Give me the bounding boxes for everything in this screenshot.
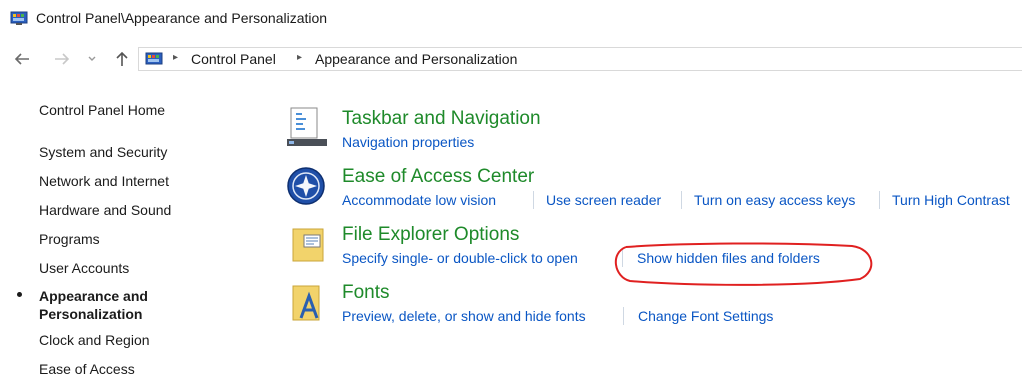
link-high-contrast[interactable]: Turn High Contrast	[892, 192, 1024, 208]
breadcrumb-separator-icon[interactable]: ▸	[173, 52, 178, 63]
sidebar-item-clock-region[interactable]: Clock and Region	[39, 331, 150, 349]
title-bar: Control Panel\Appearance and Personaliza…	[0, 0, 1024, 36]
link-single-double-click[interactable]: Specify single- or double-click to open	[342, 250, 578, 266]
folder-options-icon[interactable]	[291, 225, 331, 265]
link-accommodate-low-vision[interactable]: Accommodate low vision	[342, 192, 496, 208]
control-panel-icon	[145, 51, 163, 67]
link-separator	[623, 307, 624, 325]
breadcrumb-control-panel[interactable]: Control Panel	[191, 51, 276, 67]
sidebar-current-line-2: Personalization	[39, 306, 143, 322]
sidebar-item-programs[interactable]: Programs	[39, 230, 100, 248]
sidebar-item-system-security[interactable]: System and Security	[39, 143, 167, 161]
ease-of-access-icon[interactable]	[286, 166, 326, 206]
sidebar-item-ease-of-access[interactable]: Ease of Access	[39, 360, 135, 378]
sidebar-item-network[interactable]: Network and Internet	[39, 172, 169, 190]
annotation-circle	[615, 242, 873, 286]
control-panel-icon	[10, 10, 28, 26]
category-title-fonts[interactable]: Fonts	[342, 282, 390, 304]
current-item-bullet	[17, 292, 22, 297]
link-separator	[879, 191, 880, 209]
link-navigation-properties[interactable]: Navigation properties	[342, 134, 474, 150]
chevron-down-icon[interactable]	[84, 49, 100, 69]
category-title-taskbar[interactable]: Taskbar and Navigation	[342, 108, 541, 130]
category-title-ease-of-access[interactable]: Ease of Access Center	[342, 166, 534, 188]
link-easy-access-keys[interactable]: Turn on easy access keys	[694, 192, 855, 208]
breadcrumb-appearance[interactable]: Appearance and Personalization	[315, 51, 517, 67]
up-arrow-icon[interactable]	[110, 49, 134, 69]
sidebar-current-line-1: Appearance and	[39, 288, 148, 304]
window-title: Control Panel\Appearance and Personaliza…	[36, 10, 328, 26]
link-separator	[533, 191, 534, 209]
link-preview-fonts[interactable]: Preview, delete, or show and hide fonts	[342, 308, 586, 324]
taskbar-icon[interactable]	[287, 106, 327, 146]
fonts-icon[interactable]	[291, 284, 331, 324]
sidebar-item-appearance: Appearance and Personalization	[39, 287, 179, 323]
link-use-screen-reader[interactable]: Use screen reader	[546, 192, 661, 208]
address-bar[interactable]: ▸ Control Panel ▸ Appearance and Persona…	[138, 47, 1022, 71]
sidebar-item-hardware[interactable]: Hardware and Sound	[39, 201, 171, 219]
category-title-file-explorer[interactable]: File Explorer Options	[342, 224, 519, 246]
forward-arrow-icon[interactable]	[50, 49, 74, 69]
breadcrumb-separator-icon[interactable]: ▸	[297, 52, 302, 63]
sidebar-item-home[interactable]: Control Panel Home	[39, 101, 165, 119]
link-separator	[681, 191, 682, 209]
sidebar-item-user-accounts[interactable]: User Accounts	[39, 259, 129, 277]
back-arrow-icon[interactable]	[10, 49, 34, 69]
link-change-font-settings[interactable]: Change Font Settings	[638, 308, 773, 324]
navigation-bar: ▸ Control Panel ▸ Appearance and Persona…	[0, 44, 1024, 74]
